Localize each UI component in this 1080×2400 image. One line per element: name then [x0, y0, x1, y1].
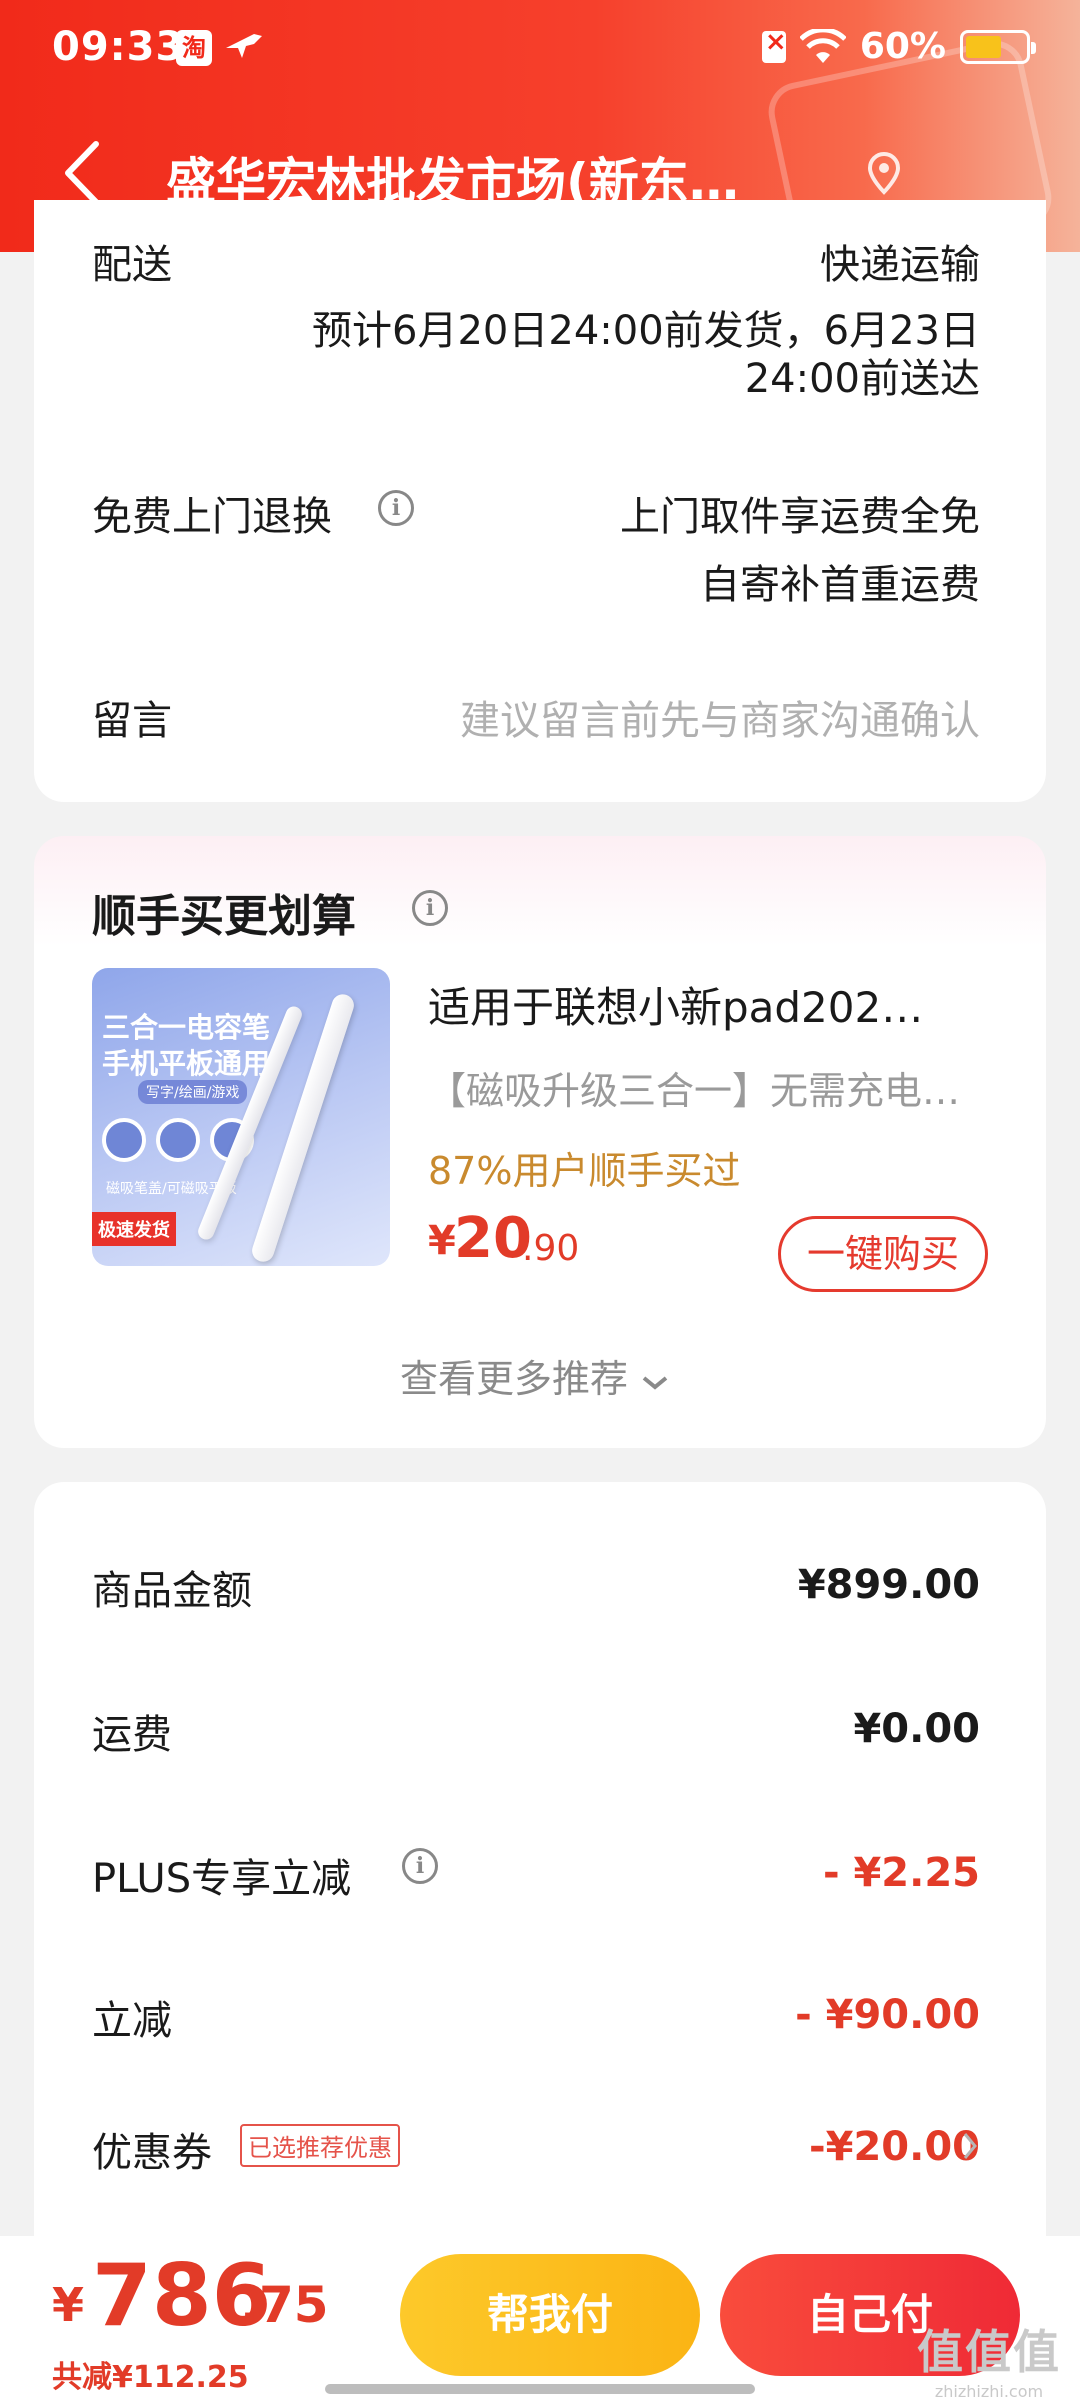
- return-service-line2: 自寄补首重运费: [700, 562, 980, 608]
- status-bar: 09:33 淘 60%: [0, 0, 1080, 100]
- watermark-text: 值值值: [917, 2325, 1061, 2379]
- price-integer: 20: [454, 1206, 532, 1271]
- info-icon[interactable]: i: [412, 890, 448, 926]
- plus-discount-label: PLUS专享立减: [92, 1856, 352, 1902]
- recommend-product-image[interactable]: 三合一电容笔 手机平板通用 写字/绘画/游戏 磁吸笔盖/可磁吸平板 极速发货: [92, 968, 390, 1266]
- status-time: 09:33: [52, 24, 185, 70]
- instant-discount-label: 立减: [92, 1998, 172, 2044]
- coupon-value[interactable]: -¥20.00: [809, 2124, 980, 2170]
- image-text-3: 写字/绘画/游戏: [138, 1080, 248, 1104]
- coupon-label: 优惠券: [92, 2130, 212, 2176]
- return-service-line1: 上门取件享运费全免: [620, 494, 980, 540]
- delivery-label: 配送: [92, 242, 172, 288]
- recommend-section-title: 顺手买更划算: [92, 891, 356, 942]
- fast-ship-badge: 极速发货: [92, 1212, 176, 1246]
- wifi-icon: [799, 28, 846, 63]
- goods-amount-value: ¥899.00: [797, 1562, 980, 1608]
- bird-icon: [226, 34, 262, 58]
- return-service-label: 免费上门退换: [92, 494, 332, 540]
- recommend-product-subtitle: 【磁吸升级三合一】无需充电…: [428, 1069, 961, 1113]
- plus-discount-value: - ¥2.25: [822, 1850, 980, 1896]
- total-saved: 共减¥112.25: [52, 2360, 249, 2395]
- info-icon[interactable]: i: [378, 490, 414, 526]
- feature-dot: [102, 1118, 146, 1162]
- one-click-buy-button[interactable]: 一键购买: [778, 1216, 988, 1292]
- coupon-tag: 已选推荐优惠: [240, 2124, 400, 2167]
- price-currency: ¥: [428, 1218, 456, 1264]
- more-recommend-label: 查看更多推荐: [400, 1357, 629, 1401]
- chevron-down-icon: [642, 1376, 668, 1390]
- total-currency: ¥: [52, 2278, 85, 2332]
- taobao-app-icon: 淘: [176, 30, 212, 66]
- image-text-1: 三合一电容笔: [102, 1011, 271, 1044]
- instant-discount-value: - ¥90.00: [795, 1992, 980, 2038]
- watermark-url: zhizhizhi.com: [934, 2382, 1044, 2400]
- chevron-right-icon[interactable]: [960, 2128, 980, 2164]
- price-decimal: .90: [522, 1228, 580, 1269]
- delivery-estimate-line2: 24:00前送达: [744, 356, 980, 402]
- goods-amount-label: 商品金额: [92, 1568, 252, 1614]
- social-proof-text: 87%用户顺手买过: [428, 1149, 741, 1193]
- message-input[interactable]: 建议留言前先与商家沟通确认: [460, 688, 980, 746]
- feature-dot: [156, 1118, 200, 1162]
- shipping-fee-label: 运费: [92, 1712, 172, 1758]
- total-decimal: .75: [240, 2276, 329, 2334]
- delivery-method[interactable]: 快递运输: [820, 232, 980, 290]
- help-me-pay-button[interactable]: 帮我付: [400, 2254, 700, 2376]
- battery-fill: [966, 35, 1001, 58]
- back-arrow-icon[interactable]: [60, 140, 104, 206]
- message-label: 留言: [92, 698, 172, 744]
- battery-icon: [960, 29, 1036, 64]
- location-pin-icon[interactable]: [862, 152, 906, 196]
- watermark: 值值值 zhizhizhi.com: [914, 2316, 1064, 2400]
- no-sim-icon: [761, 27, 787, 63]
- status-right: 60%: [761, 26, 1036, 67]
- home-indicator[interactable]: [325, 2384, 755, 2394]
- image-text-2: 手机平板通用: [102, 1047, 271, 1080]
- info-icon[interactable]: i: [402, 1848, 438, 1884]
- shipping-fee-value: ¥0.00: [853, 1706, 980, 1752]
- battery-percent: 60%: [859, 26, 946, 67]
- recommend-product-title[interactable]: 适用于联想小新pad202…: [428, 974, 923, 1035]
- more-recommend-link[interactable]: 查看更多推荐: [400, 1348, 670, 1403]
